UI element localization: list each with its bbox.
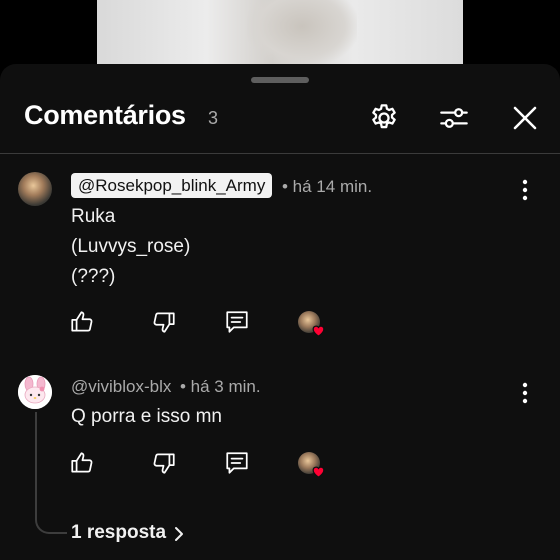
creator-heart-icon [298,452,325,478]
reply-icon[interactable] [224,309,252,337]
header-divider [0,153,560,154]
comment-text-line: Ruka [71,206,116,227]
comment-text-line: Q porra e isso mn [71,406,222,427]
video-frame [97,0,463,66]
more-vert-icon[interactable] [515,176,535,204]
reply-icon[interactable] [224,450,252,478]
like-icon[interactable] [69,309,97,337]
like-icon[interactable] [69,450,97,478]
sliders-icon[interactable] [437,101,471,135]
drag-handle[interactable] [251,77,309,83]
comment-author-highlighted[interactable]: @Rosekpop_blink_Army [71,173,273,198]
comment-text-line: (???) [71,266,116,287]
chevron-right-icon[interactable] [172,525,186,543]
creator-heart-icon [298,311,325,337]
avatar[interactable] [18,375,52,409]
more-vert-icon[interactable] [515,379,535,407]
dislike-icon[interactable] [151,309,179,337]
comment-timestamp: • há 14 min. [282,177,373,196]
close-icon[interactable] [508,101,542,135]
comment-timestamp: • há 3 min. [180,377,261,396]
panel-title: Comentários [24,100,186,130]
view-replies-link[interactable]: 1 resposta [71,522,166,544]
comment-author[interactable]: @viviblox-blx [71,377,171,397]
gear-icon[interactable] [367,101,401,135]
comment-text-line: (Luvvys_rose) [71,236,191,257]
dislike-icon[interactable] [151,450,179,478]
thread-connector [35,412,67,534]
video-player-preview[interactable] [0,0,560,66]
comment-count: 3 [208,108,219,128]
avatar[interactable] [18,172,52,206]
